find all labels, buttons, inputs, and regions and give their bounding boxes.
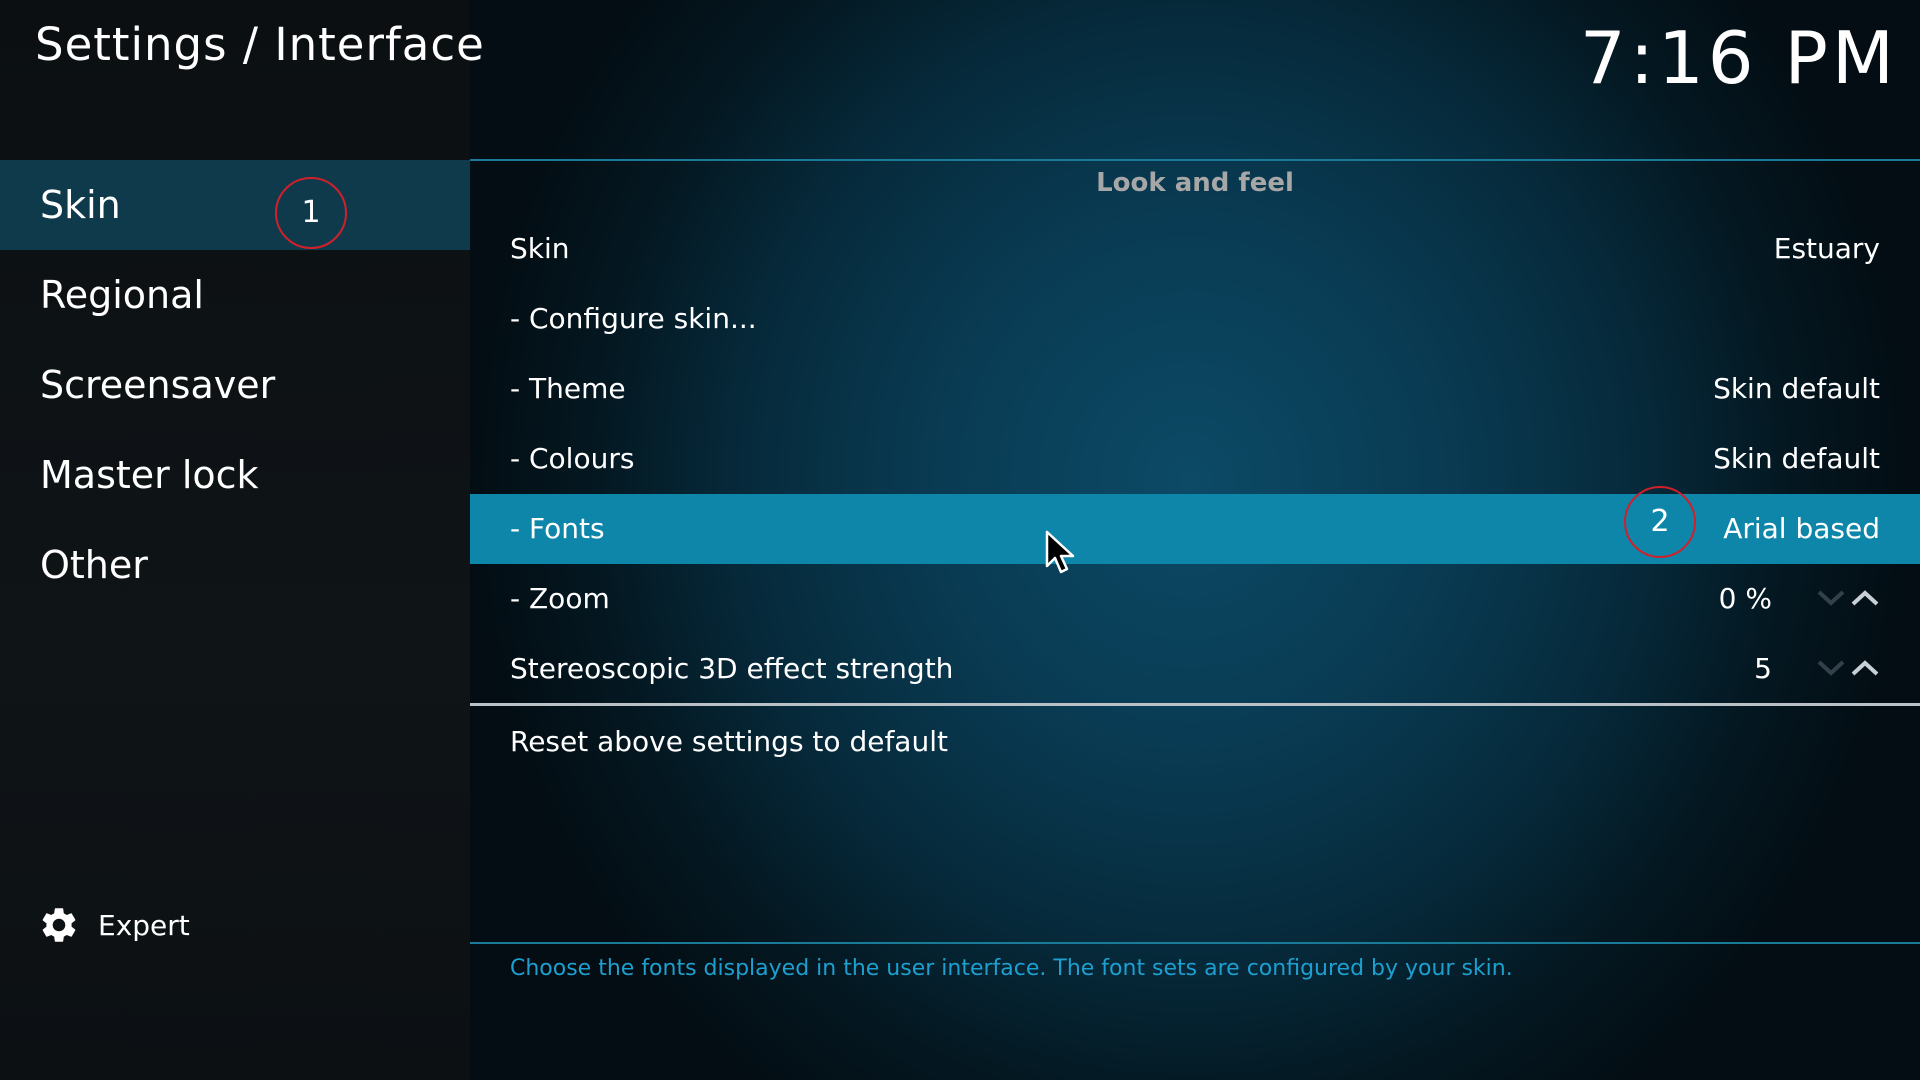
setting-value: Skin default bbox=[1713, 372, 1880, 405]
group-title: Look and feel bbox=[1096, 168, 1294, 198]
setting-row-stereoscopic-strength[interactable]: Stereoscopic 3D effect strength 5 bbox=[470, 634, 1920, 704]
setting-row-configure-skin[interactable]: - Configure skin... bbox=[470, 284, 1920, 354]
setting-row-fonts[interactable]: - Fonts Arial based bbox=[470, 494, 1920, 564]
kodi-settings-screen: Settings / Interface 7:16 PM Skin Region… bbox=[0, 0, 1920, 1080]
clock: 7:16 PM bbox=[1579, 16, 1898, 100]
sidebar-item-screensaver[interactable]: Screensaver bbox=[0, 340, 470, 430]
settings-level-label: Expert bbox=[98, 908, 190, 942]
setting-label: - Theme bbox=[510, 372, 626, 405]
setting-label: - Zoom bbox=[510, 582, 610, 615]
setting-description: Choose the fonts displayed in the user i… bbox=[510, 956, 1513, 981]
setting-value: Arial based bbox=[1723, 512, 1880, 545]
sidebar-item-skin[interactable]: Skin bbox=[0, 160, 470, 250]
chevron-down-icon[interactable] bbox=[1816, 658, 1846, 678]
sidebar-nav: Skin Regional Screensaver Master lock Ot… bbox=[0, 160, 470, 610]
setting-row-colours[interactable]: - Colours Skin default bbox=[470, 424, 1920, 494]
annotation-marker-2: 2 bbox=[1624, 486, 1696, 558]
setting-label: - Configure skin... bbox=[510, 302, 757, 335]
setting-row-zoom[interactable]: - Zoom 0 % bbox=[470, 564, 1920, 634]
sidebar-item-other[interactable]: Other bbox=[0, 520, 470, 610]
chevron-down-icon[interactable] bbox=[1816, 588, 1846, 608]
setting-value: Skin default bbox=[1713, 442, 1880, 475]
setting-label: - Colours bbox=[510, 442, 635, 475]
chevron-up-icon[interactable] bbox=[1850, 658, 1880, 678]
setting-label: Skin bbox=[510, 232, 570, 265]
settings-list: Skin Estuary - Configure skin... - Theme… bbox=[470, 214, 1920, 704]
setting-value: 5 bbox=[1754, 652, 1772, 685]
description-divider bbox=[470, 942, 1920, 944]
setting-row-theme[interactable]: - Theme Skin default bbox=[470, 354, 1920, 424]
stereoscopic-spinner bbox=[1816, 658, 1880, 678]
sidebar-item-regional[interactable]: Regional bbox=[0, 250, 470, 340]
reset-divider bbox=[470, 703, 1920, 706]
settings-level-button[interactable]: Expert bbox=[38, 900, 190, 950]
setting-label: - Fonts bbox=[510, 512, 605, 545]
setting-label: Stereoscopic 3D effect strength bbox=[510, 652, 954, 685]
setting-value: 0 % bbox=[1718, 582, 1772, 615]
annotation-marker-1: 1 bbox=[275, 177, 347, 249]
zoom-spinner bbox=[1816, 588, 1880, 608]
reset-settings-button[interactable]: Reset above settings to default bbox=[470, 707, 1920, 777]
setting-value: Estuary bbox=[1773, 232, 1880, 265]
setting-row-skin[interactable]: Skin Estuary bbox=[470, 214, 1920, 284]
page-title: Settings / Interface bbox=[35, 18, 485, 71]
mouse-pointer-icon bbox=[1045, 530, 1077, 580]
chevron-up-icon[interactable] bbox=[1850, 588, 1880, 608]
header-divider bbox=[470, 159, 1920, 161]
sidebar-item-master-lock[interactable]: Master lock bbox=[0, 430, 470, 520]
reset-settings-label: Reset above settings to default bbox=[510, 725, 948, 758]
gear-icon bbox=[38, 904, 80, 946]
